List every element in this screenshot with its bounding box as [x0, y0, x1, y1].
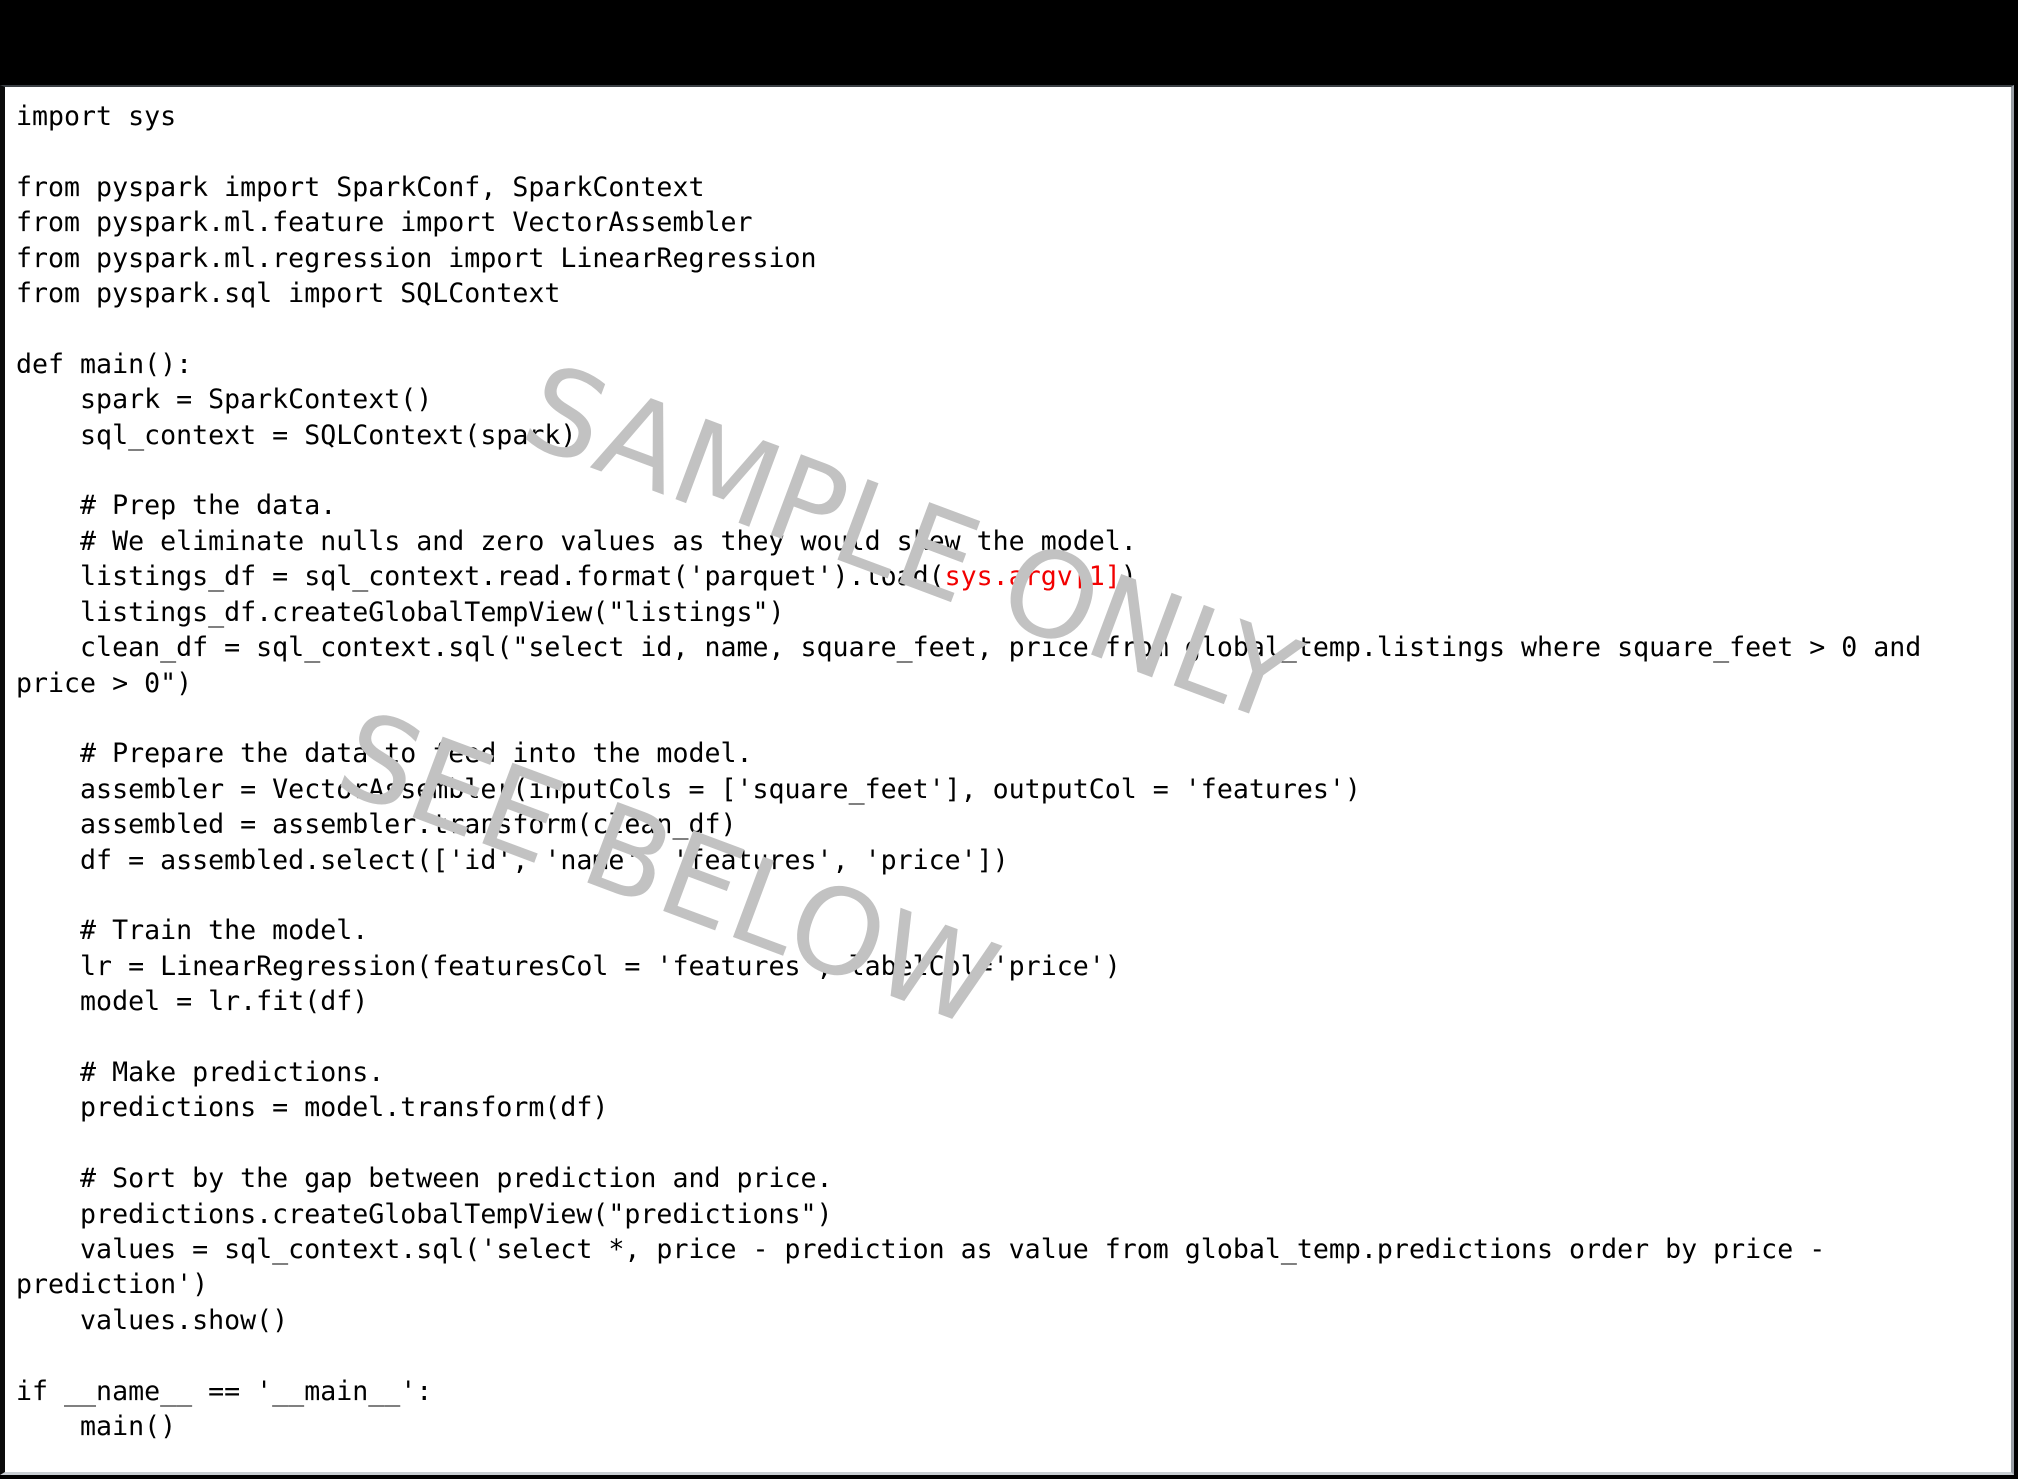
code-segment: # We eliminate nulls and zero values as …	[80, 525, 1137, 557]
code-segment: listings_df.createGlobalTempView("listin…	[80, 596, 785, 628]
code-segment: predictions.createGlobalTempView("predic…	[80, 1198, 833, 1230]
code-segment: sql_context = SQLContext(spark)	[80, 419, 577, 451]
code-segment: predictions = model.transform(df)	[80, 1092, 609, 1124]
code-segment: import sys	[16, 101, 177, 132]
code-segment: clean_df = sql_context.sql("select id, n…	[16, 632, 1922, 699]
code-segment: lr = LinearRegression(featuresCol = 'fea…	[80, 950, 1121, 982]
code-segment: model = lr.fit(df)	[80, 986, 369, 1018]
code-segment: values = sql_context.sql('select *, pric…	[16, 1234, 1826, 1301]
code-segment: # Make predictions.	[80, 1056, 385, 1088]
code-segment: assembler = VectorAssembler(inputCols = …	[80, 773, 1361, 805]
code-segment: # Sort by the gap between prediction and…	[80, 1163, 833, 1195]
code-segment: from pyspark.ml.feature import VectorAss…	[16, 207, 753, 239]
code-segment: spark = SparkContext()	[80, 384, 433, 416]
code-segment: main()	[16, 1411, 177, 1443]
code-segment: df = assembled.select(['id', 'name', 'fe…	[80, 844, 1009, 876]
code-segment-accent: sys.argv[1]	[944, 561, 1121, 593]
screenshot-root: SAMPLE ONLY SEE BELOW import sys from py…	[0, 0, 2018, 1479]
code-segment: from pyspark import SparkConf, SparkCont…	[16, 171, 705, 203]
code-segment: values.show()	[80, 1304, 289, 1336]
top-black-band	[0, 0, 2018, 85]
code-segment: )	[1120, 561, 1137, 593]
code-segment: # Train the model.	[80, 915, 369, 947]
code-segment: # Prep the data.	[80, 490, 337, 522]
code-panel[interactable]: SAMPLE ONLY SEE BELOW import sys from py…	[0, 85, 2014, 1475]
code-segment: listings_df = sql_context.read.format('p…	[16, 561, 945, 593]
code-segment: assembled = assembler.transform(clean_df…	[80, 809, 737, 841]
code-segment: def main():	[16, 348, 193, 380]
code-segment: from pyspark.ml.regression import Linear…	[16, 242, 817, 274]
code-segment: from pyspark.sql import SQLContext	[16, 278, 561, 310]
code-segment: # Prepare the data to feed into the mode…	[80, 738, 753, 770]
python-source-code[interactable]: import sys from pyspark import SparkConf…	[5, 87, 2011, 1444]
code-segment: if __name__ == '__main__':	[16, 1375, 433, 1407]
